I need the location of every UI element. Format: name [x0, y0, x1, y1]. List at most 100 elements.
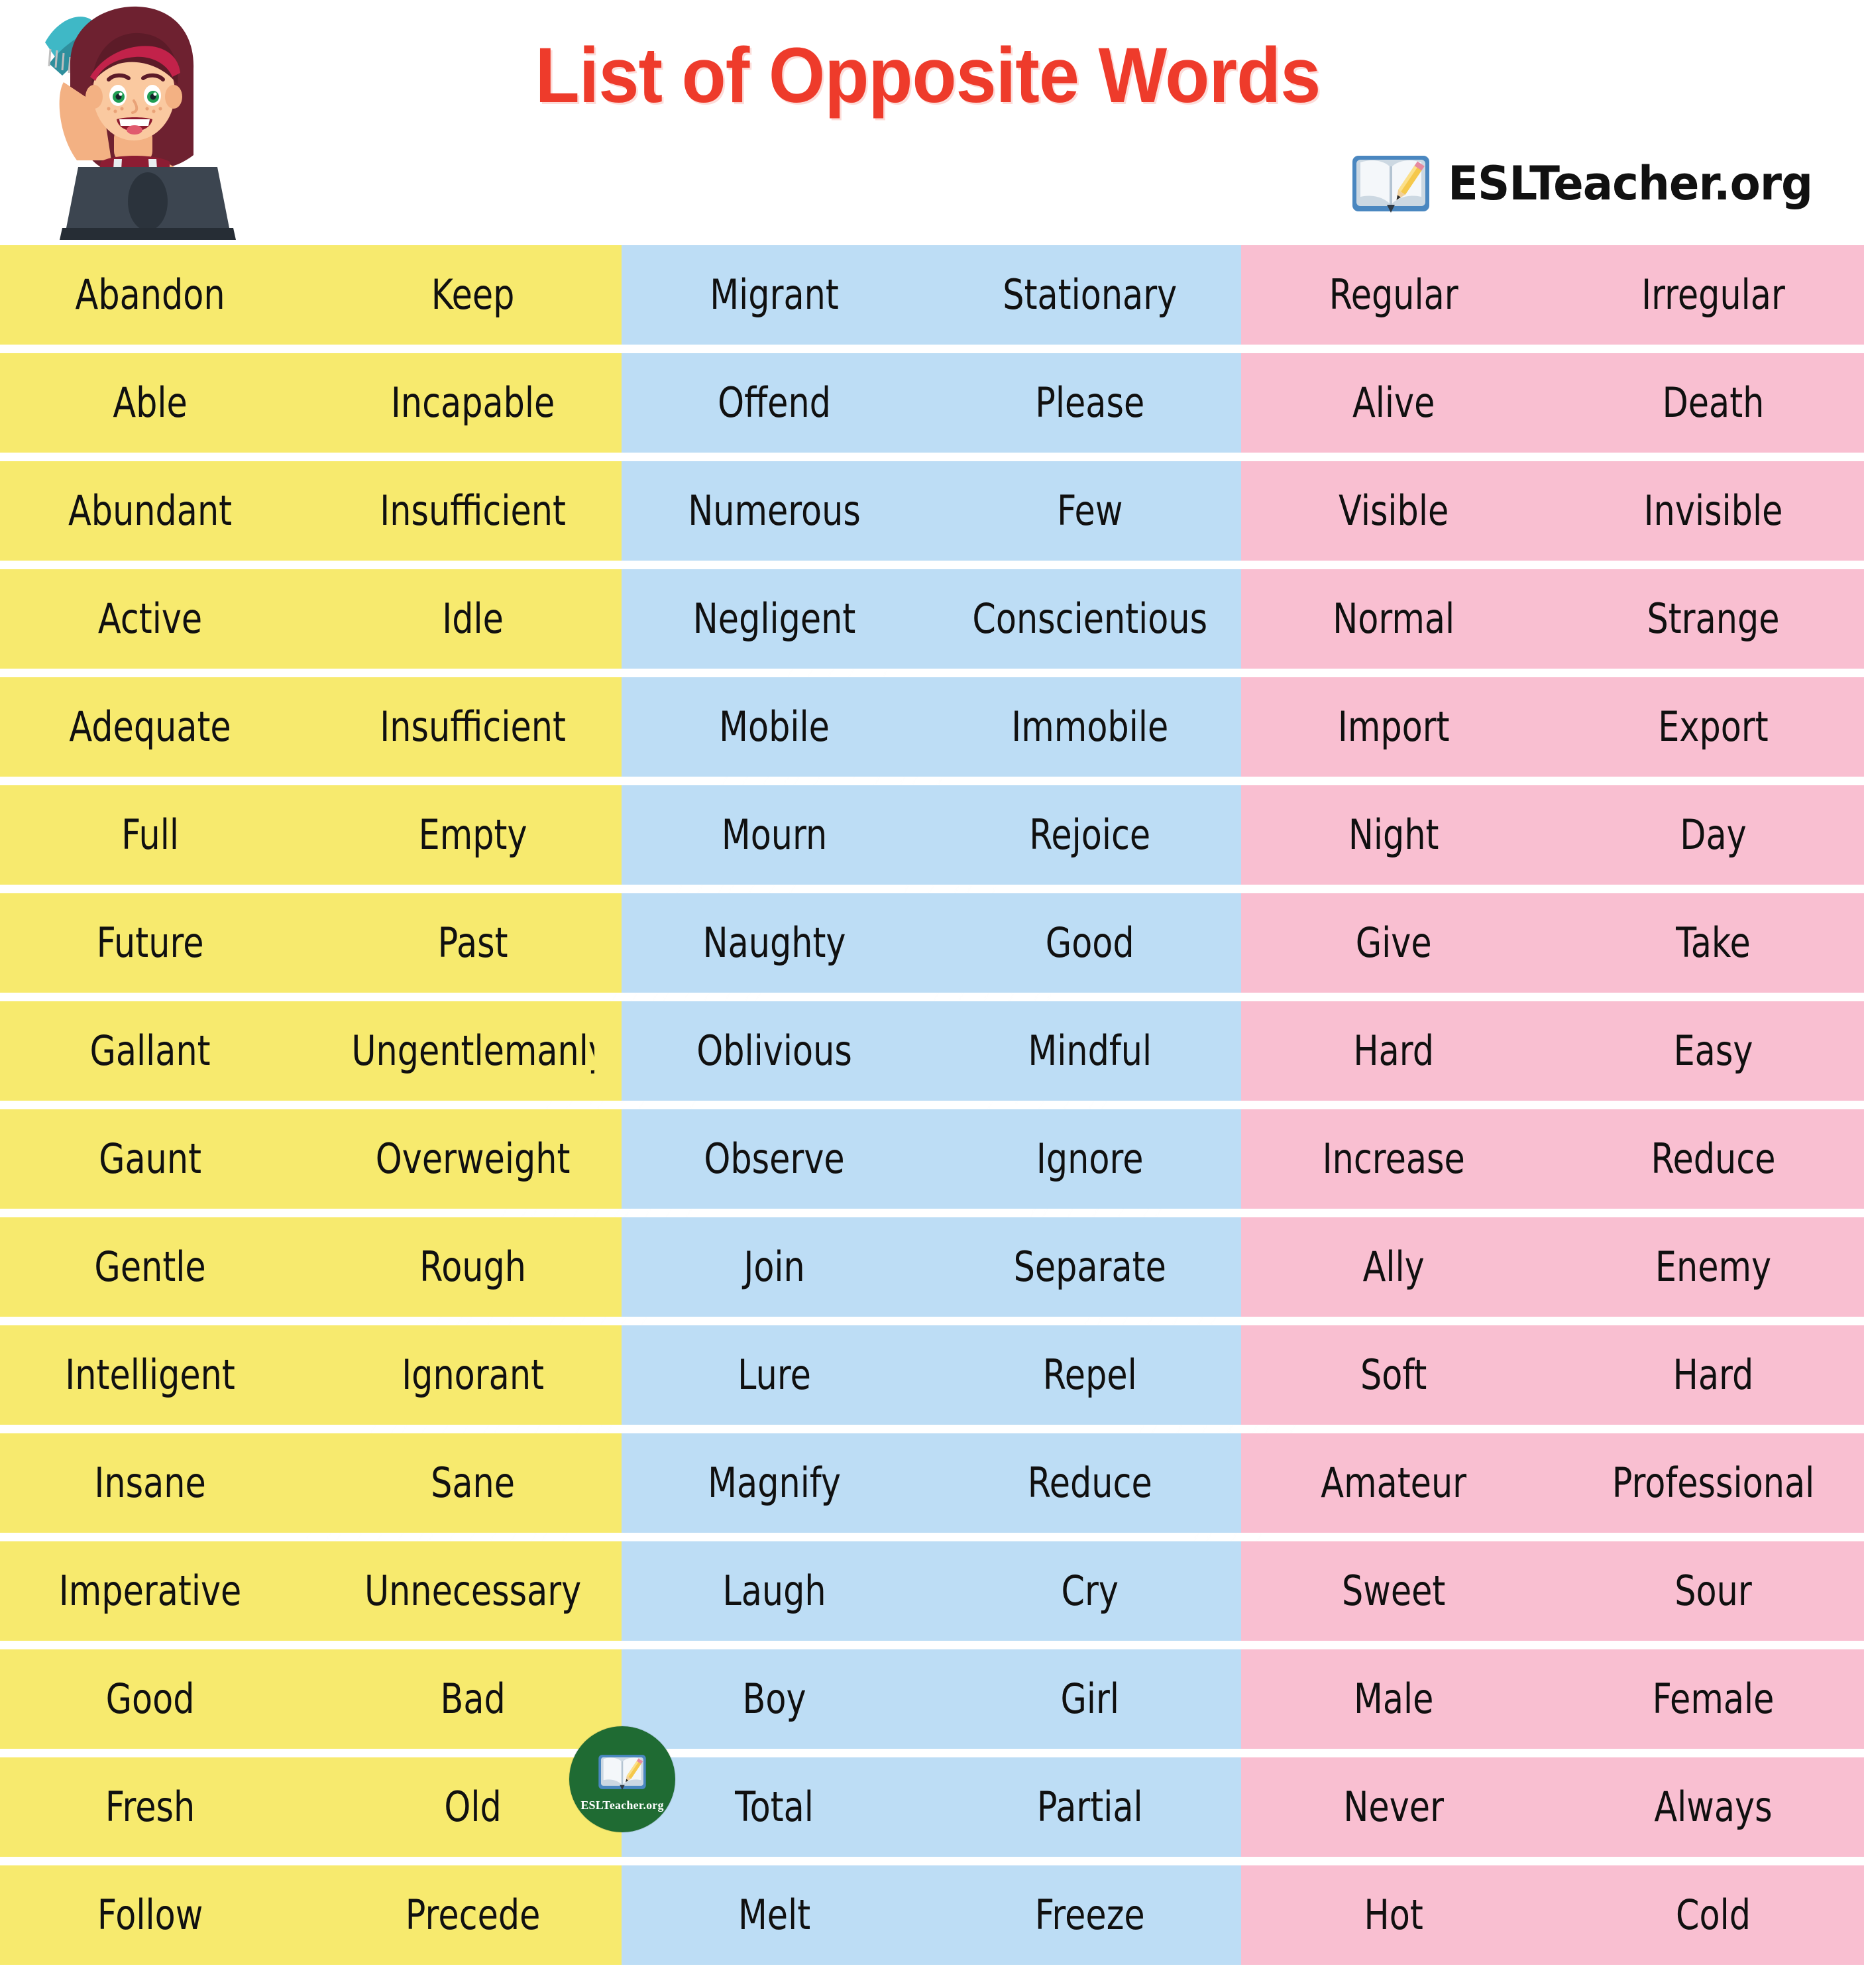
word-pair-group-blue: Lure Repel [622, 1325, 1241, 1425]
word-cell: Amateur [1321, 1459, 1467, 1507]
word-pair-group-blue: Melt Freeze [622, 1865, 1241, 1965]
opposite-word-cell: Past [437, 918, 508, 967]
word-pair-group-blue: Numerous Few [622, 461, 1241, 561]
word-cell: Hard [1353, 1026, 1435, 1075]
word-pair-group-yellow: Gentle Rough [0, 1217, 622, 1317]
word-pair-group-pink: Hot Cold [1241, 1865, 1864, 1965]
word-cell: Import [1337, 702, 1450, 751]
word-cell: Offend [718, 378, 831, 427]
word-cell: Male [1353, 1675, 1434, 1723]
opposite-word-cell: Strange [1647, 594, 1780, 643]
opposite-word-cell: Girl [1060, 1675, 1119, 1723]
word-cell: Future [96, 918, 204, 967]
word-cell: Total [735, 1783, 814, 1831]
word-pair-group-blue: Mobile Immobile [622, 677, 1241, 777]
word-cell: Good [105, 1675, 195, 1723]
table-row: Intelligent Ignorant Lure Repel Soft Hard [0, 1325, 1864, 1425]
word-pair-group-blue: Observe Ignore [622, 1109, 1241, 1209]
word-pair-group-pink: Amateur Professional [1241, 1433, 1864, 1533]
word-cell: Never [1343, 1783, 1444, 1831]
word-pair-group-yellow: Gaunt Overweight [0, 1109, 622, 1209]
opposite-word-cell: Keep [431, 270, 515, 319]
opposite-word-cell: Easy [1673, 1026, 1753, 1075]
word-cell: Naughty [702, 918, 846, 967]
word-cell: Able [113, 378, 188, 427]
word-pair-group-pink: Ally Enemy [1241, 1217, 1864, 1317]
opposite-words-table: Abandon Keep Migrant Stationary Regular Irreg… [0, 245, 1864, 1965]
opposite-word-cell: Hard [1672, 1351, 1754, 1399]
word-pair-group-yellow: Abundant Insufficient [0, 461, 622, 561]
word-cell: Melt [738, 1891, 811, 1939]
word-cell: Mobile [719, 702, 830, 751]
opposite-word-cell: Repel [1042, 1351, 1137, 1399]
word-pair-group-yellow: Gallant Ungentlemanly [0, 1001, 622, 1101]
table-row: Abandon Keep Migrant Stationary Regular Irreg… [0, 245, 1864, 345]
opposite-word-cell: Insufficient [380, 702, 566, 751]
opposite-word-cell: Day [1680, 810, 1747, 859]
page-header: List of Opposite Words ESLTeacher.org [0, 0, 1864, 245]
table-row: Imperative Unnecessary Laugh Cry Sweet Sour [0, 1541, 1864, 1641]
opposite-word-cell: Precede [405, 1891, 541, 1939]
opposite-word-cell: Reduce [1027, 1459, 1152, 1507]
opposite-word-cell: Separate [1013, 1242, 1166, 1291]
word-cell: Full [121, 810, 180, 859]
word-pair-group-yellow: Active Idle [0, 569, 622, 669]
word-cell: Intelligent [65, 1351, 235, 1399]
word-cell: Abandon [75, 270, 225, 319]
brand-name: ESLTeacher.org [1447, 156, 1813, 211]
word-cell: Mourn [721, 810, 828, 859]
word-cell: Laugh [722, 1567, 826, 1615]
opposite-word-cell: Cold [1675, 1891, 1751, 1939]
opposite-word-cell: Freeze [1034, 1891, 1145, 1939]
word-cell: Night [1348, 810, 1439, 859]
word-pair-group-pink: Never Always [1241, 1757, 1864, 1857]
page-title: List of Opposite Words [535, 32, 1321, 119]
opposite-word-cell: Ungentlemanly [351, 1026, 594, 1075]
word-cell: Alive [1352, 378, 1435, 427]
word-pair-group-yellow: Intelligent Ignorant [0, 1325, 622, 1425]
word-pair-group-yellow: Imperative Unnecessary [0, 1541, 622, 1641]
word-cell: Lure [738, 1351, 811, 1399]
word-cell: Oblivious [696, 1026, 852, 1075]
word-cell: Gentle [94, 1242, 206, 1291]
word-pair-group-blue: Oblivious Mindful [622, 1001, 1241, 1101]
opposite-word-cell: Enemy [1655, 1242, 1772, 1291]
opposite-word-cell: Mindful [1027, 1026, 1152, 1075]
opposite-word-cell: Rough [419, 1242, 527, 1291]
word-pair-group-pink: Give Take [1241, 893, 1864, 993]
open-book-with-pencil-icon [598, 1754, 646, 1790]
word-pair-group-blue: Offend Please [622, 353, 1241, 453]
word-cell: Soft [1360, 1351, 1427, 1399]
word-cell: Migrant [710, 270, 839, 319]
word-pair-group-pink: Import Export [1241, 677, 1864, 777]
word-cell: Insane [94, 1459, 206, 1507]
opposite-word-cell: Stationary [1002, 270, 1177, 319]
word-pair-group-blue: Laugh Cry [622, 1541, 1241, 1641]
open-book-with-pencil-icon [1352, 156, 1429, 213]
word-pair-group-pink: Alive Death [1241, 353, 1864, 453]
opposite-word-cell: Few [1056, 486, 1123, 535]
table-row: Full Empty Mourn Rejoice Night Day [0, 785, 1864, 885]
opposite-word-cell: Export [1658, 702, 1769, 751]
word-cell: Gallant [89, 1026, 211, 1075]
table-row: Abundant Insufficient Numerous Few Visible In… [0, 461, 1864, 561]
table-row: Able Incapable Offend Please Alive Death [0, 353, 1864, 453]
table-row: Fresh Old Total Partial Never Always [0, 1757, 1864, 1857]
opposite-word-cell: Empty [418, 810, 527, 859]
badge-label: ESLTeacher.org [580, 1798, 664, 1812]
word-cell: Fresh [105, 1783, 195, 1831]
word-pair-group-pink: Visible Invisible [1241, 461, 1864, 561]
opposite-word-cell: Conscientious [971, 594, 1207, 643]
word-cell: Negligent [692, 594, 856, 643]
opposite-word-cell: Immobile [1011, 702, 1168, 751]
eslteacher-circular-badge: ESLTeacher.org [569, 1726, 675, 1832]
word-pair-group-blue: Mourn Rejoice [622, 785, 1241, 885]
word-pair-group-yellow: Able Incapable [0, 353, 622, 453]
table-row: Good Bad Boy Girl Male Female [0, 1649, 1864, 1749]
word-pair-group-pink: Sweet Sour [1241, 1541, 1864, 1641]
opposite-word-cell: Female [1652, 1675, 1775, 1723]
word-cell: Magnify [708, 1459, 841, 1507]
word-pair-group-blue: Join Separate [622, 1217, 1241, 1317]
table-row: Adequate Insufficient Mobile Immobile Import… [0, 677, 1864, 777]
opposite-word-cell: Bad [440, 1675, 506, 1723]
